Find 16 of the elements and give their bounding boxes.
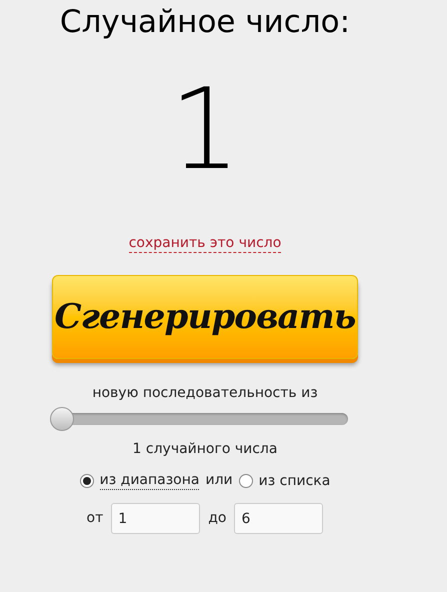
count-label: 1 случайного числа (132, 440, 278, 459)
slider-thumb[interactable] (50, 407, 74, 431)
option-label[interactable]: из списка (258, 472, 330, 490)
radio-button[interactable] (238, 474, 253, 488)
from-field[interactable]: 1 (111, 503, 200, 534)
sequence-label: новую последовательность из (92, 384, 318, 403)
random-number: 1 (169, 70, 241, 190)
save-number-link[interactable]: сохранить это число (128, 234, 282, 253)
radio-button[interactable] (80, 474, 94, 488)
count-slider[interactable] (50, 407, 348, 431)
page-title: Случайное число: (60, 3, 350, 42)
to-label: до (208, 509, 226, 528)
from-label: от (86, 509, 104, 528)
or-label: или (205, 471, 233, 490)
to-field[interactable]: 6 (234, 503, 324, 534)
option-label[interactable]: из диапазона (100, 471, 200, 490)
